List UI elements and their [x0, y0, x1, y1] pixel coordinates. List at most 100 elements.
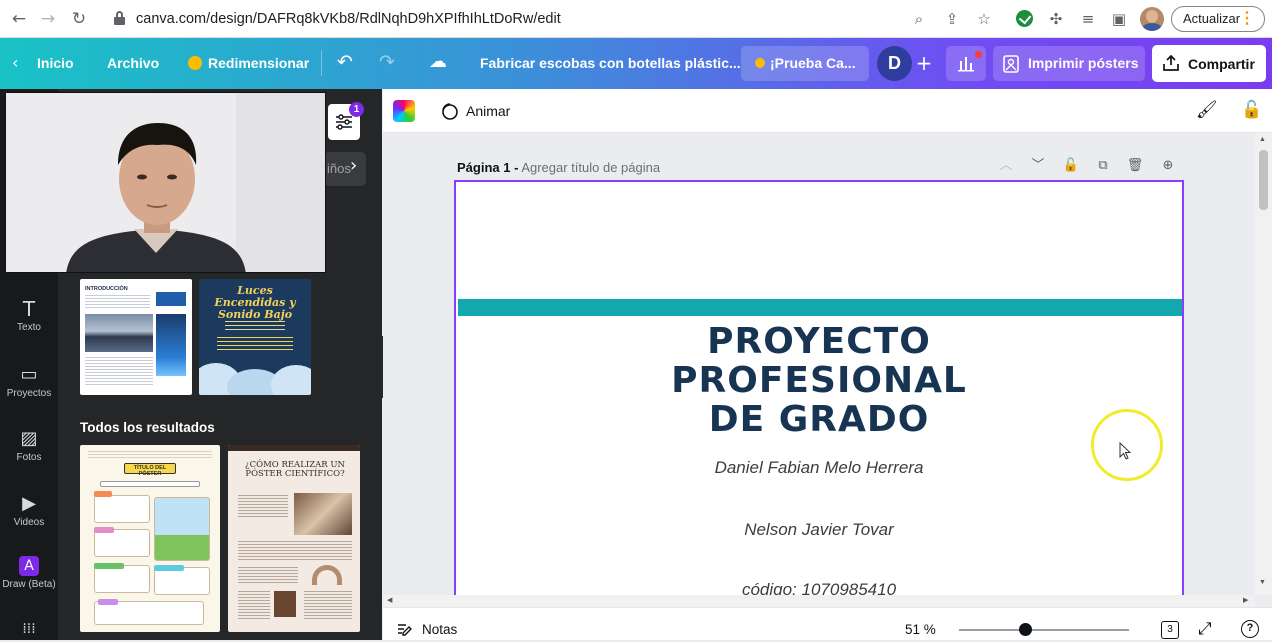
teal-banner[interactable] — [458, 299, 1182, 316]
back-icon[interactable]: ← — [9, 9, 29, 29]
rail-item-photos[interactable]: ▨ Fotos — [0, 429, 58, 464]
rail-item-projects[interactable]: ▭ Proyectos — [0, 364, 58, 400]
horizontal-scrollbar[interactable]: ◀ ▶ — [383, 595, 1255, 607]
video-icon: ▶ — [22, 493, 36, 514]
scroll-down-icon[interactable]: ▼ — [1259, 579, 1266, 586]
page-title-placeholder[interactable]: Agregar título de página — [521, 160, 660, 175]
vertical-scroll-thumb[interactable] — [1259, 150, 1268, 210]
file-menu[interactable]: Archivo — [107, 55, 159, 71]
zoom-slider[interactable] — [959, 629, 1129, 631]
category-chip[interactable]: iños — [324, 152, 366, 186]
share-button[interactable]: Compartir — [1152, 45, 1266, 82]
rail-item-text[interactable]: T Texto — [0, 299, 58, 333]
sliders-icon — [336, 114, 352, 130]
author-name[interactable]: Nelson Javier Tovar — [606, 520, 1032, 540]
results-heading: Todos los resultados — [80, 420, 215, 435]
poster-title-line: DE GRADO — [708, 399, 930, 440]
help-icon[interactable]: ? — [1241, 620, 1259, 638]
side-panel-icon[interactable]: ▣ — [1109, 9, 1129, 29]
share-page-icon[interactable]: ⇪ — [942, 9, 962, 29]
rail-item-videos[interactable]: ▶ Videos — [0, 493, 58, 529]
rail-label: Proyectos — [6, 388, 52, 399]
text-icon: T — [22, 297, 36, 321]
webcam-overlay — [5, 92, 326, 273]
template-block — [156, 314, 186, 376]
page-title-bar[interactable]: Página 1 - Agregar título de página — [457, 160, 660, 175]
draw-icon: A — [19, 556, 39, 576]
undo-icon[interactable]: ↶ — [337, 51, 353, 73]
template-thumbnail[interactable]: ¿CÓMO REALIZAR UN PÓSTER CIENTÍFICO? — [228, 445, 360, 632]
template-heading: Luces Encendidas y Sonido Bajo — [214, 284, 296, 321]
fullscreen-icon[interactable]: ⤢ — [1198, 619, 1212, 639]
template-thumbnail[interactable]: Luces Encendidas y Sonido Bajo — [199, 279, 311, 395]
notes-button[interactable]: Notas — [422, 622, 457, 637]
reload-icon[interactable]: ↻ — [69, 9, 89, 29]
profile-avatar[interactable] — [1140, 7, 1164, 31]
template-block — [156, 292, 186, 306]
chevron-left-icon[interactable]: ‹ — [12, 53, 18, 72]
bookmark-star-icon[interactable]: ☆ — [974, 9, 994, 29]
print-posters-button[interactable]: Imprimir pósters — [993, 46, 1145, 81]
chevron-right-icon[interactable]: › — [350, 155, 357, 176]
template-photo — [294, 493, 352, 535]
animate-button[interactable]: Animar — [466, 103, 510, 119]
update-button[interactable]: Actualizar ⋮ — [1171, 6, 1265, 32]
media-queue-icon[interactable]: ≡ — [1078, 9, 1098, 29]
notes-icon[interactable] — [396, 621, 413, 638]
extensions-puzzle-icon[interactable]: ✣ — [1046, 9, 1066, 29]
poster-title-line: PROFESIONAL — [671, 360, 967, 401]
address-bar[interactable]: canva.com/design/DAFRq8kVKb8/RdlNqhD9hXP… — [104, 5, 1004, 33]
resize-button[interactable]: Redimensionar — [188, 55, 309, 71]
insights-button[interactable] — [946, 46, 986, 81]
design-canvas: Página 1 - Agregar título de página ︿ ﹀ … — [383, 133, 1255, 595]
template-text-lines — [85, 357, 153, 387]
rail-item-draw[interactable]: A Draw (Beta) — [0, 556, 58, 590]
delete-page-icon[interactable]: 🗑 — [1126, 157, 1144, 175]
paint-format-icon[interactable]: 🖌 — [1196, 100, 1218, 120]
zoom-slider-handle[interactable] — [1019, 623, 1033, 636]
author-name[interactable]: Daniel Fabian Melo Herrera — [606, 458, 1032, 478]
vertical-scrollbar[interactable]: ▲ ▼ — [1255, 133, 1272, 595]
rail-label: Fotos — [16, 452, 42, 463]
move-page-up-icon[interactable]: ︿ — [997, 157, 1015, 175]
student-code[interactable]: código: 1070985410 — [606, 580, 1032, 595]
filter-button[interactable]: 1 — [328, 102, 364, 140]
redo-icon[interactable]: ↷ — [379, 51, 395, 73]
editor-footer: Notas 51 % 3 ⤢ ? — [383, 607, 1272, 640]
template-thumbnail[interactable]: INTRODUCCIÓN — [80, 279, 192, 395]
animate-icon[interactable] — [440, 102, 459, 121]
zoom-icon[interactable]: ⌕ — [909, 9, 929, 29]
page-number-label: Página 1 - — [457, 160, 519, 175]
template-heading: TÍTULO DEL PÓSTER — [133, 465, 167, 477]
duplicate-page-icon[interactable]: ⧉ — [1094, 157, 1112, 175]
move-page-down-icon[interactable]: ﹀ — [1029, 157, 1047, 175]
add-page-icon[interactable]: ⊕ — [1159, 157, 1177, 175]
lock-icon[interactable] — [114, 11, 125, 25]
template-thumbnail[interactable]: TÍTULO DEL PÓSTER — [80, 445, 220, 632]
poster-page[interactable]: PROYECTO PROFESIONAL DE GRADO Daniel Fab… — [454, 180, 1184, 595]
extension-check-icon[interactable] — [1016, 10, 1033, 27]
try-pro-button[interactable]: ¡Prueba Ca... — [741, 46, 869, 81]
scroll-right-icon[interactable]: ▶ — [1243, 596, 1248, 604]
url-text[interactable]: canva.com/design/DAFRq8kVKb8/RdlNqhD9hXP… — [136, 11, 561, 27]
forward-icon[interactable]: → — [38, 9, 58, 29]
page-count-button[interactable]: 3 — [1161, 621, 1179, 639]
browser-toolbar: ← → ↻ canva.com/design/DAFRq8kVKb8/RdlNq… — [0, 0, 1272, 38]
background-color-swatch[interactable] — [393, 100, 415, 122]
rail-item-apps[interactable]: ⁞⁞⁞ — [0, 619, 58, 642]
cloud-saved-icon[interactable]: ☁ — [429, 51, 447, 72]
folder-icon: ▭ — [20, 364, 38, 385]
lock-toggle-icon[interactable]: 🔓 — [1241, 100, 1262, 120]
zoom-level[interactable]: 51 % — [905, 622, 936, 637]
poster-title[interactable]: PROYECTO PROFESIONAL DE GRADO — [606, 322, 1032, 439]
lock-page-icon[interactable]: 🔓 — [1062, 157, 1080, 175]
add-collaborator-icon[interactable]: + — [914, 52, 934, 74]
home-link[interactable]: Inicio — [37, 55, 74, 71]
document-title[interactable]: Fabricar escobas con botellas plástic... — [480, 55, 741, 71]
template-text-lines — [238, 541, 352, 561]
try-pro-label: ¡Prueba Ca... — [755, 55, 856, 71]
scroll-left-icon[interactable]: ◀ — [387, 596, 392, 604]
scroll-up-icon[interactable]: ▲ — [1259, 136, 1266, 143]
user-avatar[interactable]: D — [877, 46, 912, 81]
template-heading: INTRODUCCIÓN — [85, 286, 128, 292]
